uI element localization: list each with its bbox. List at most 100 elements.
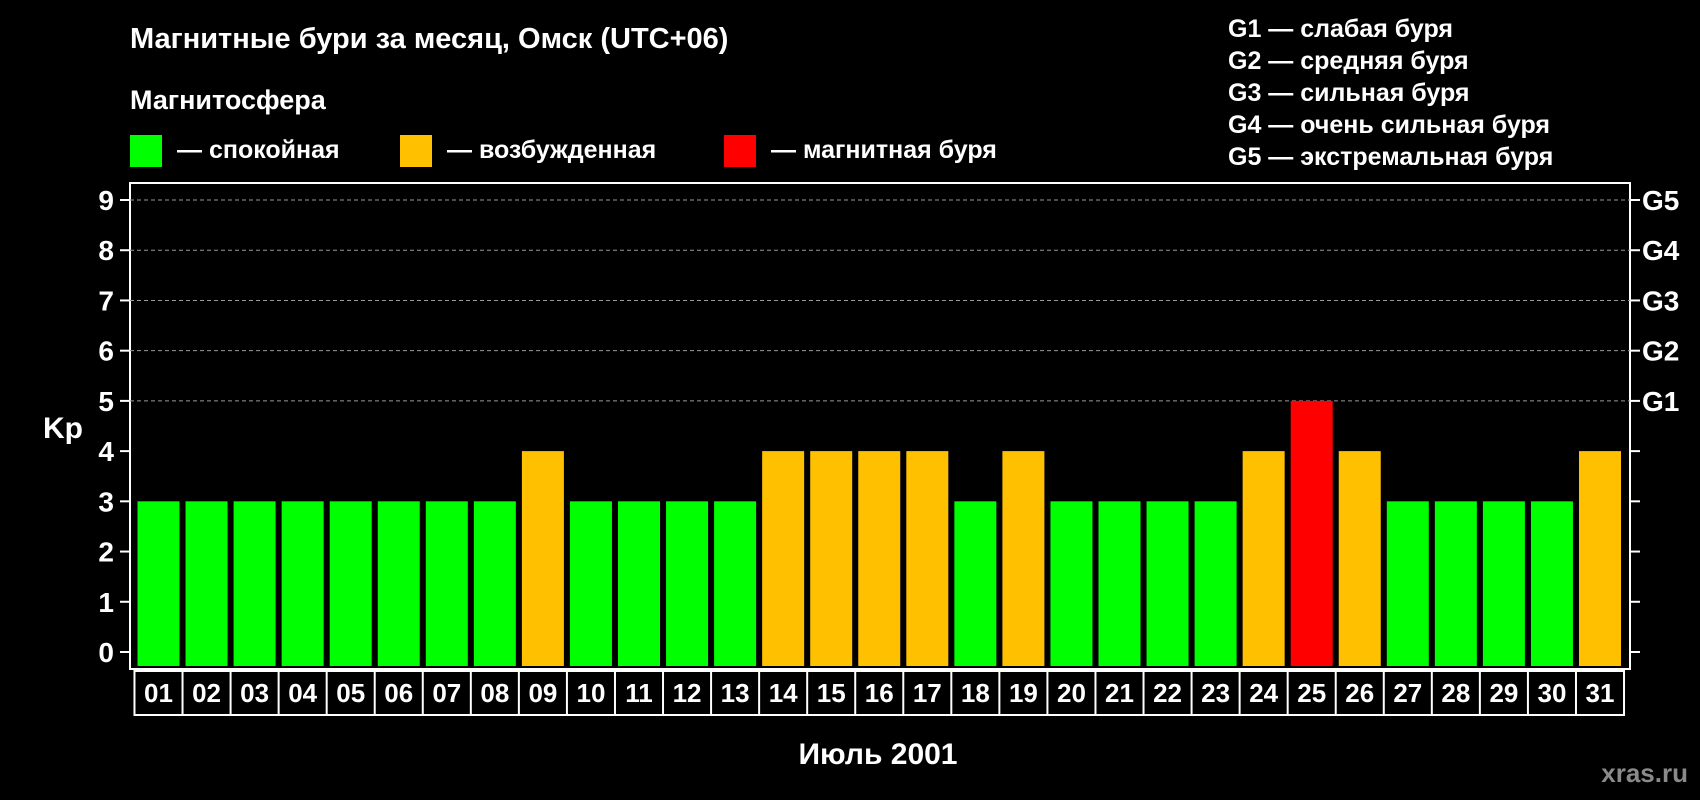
y-tick-label: 4 [98, 436, 114, 467]
g-level-label: G5 [1642, 185, 1679, 216]
x-tick-label: 10 [576, 678, 605, 708]
storm-level-list: G1 — слабая буря G2 — средняя буря G3 — си… [1228, 15, 1553, 171]
x-tick-label: 27 [1393, 678, 1422, 708]
magnetic-storm-chart: Магнитные бури за месяц, Омск (UTC+06) М… [43, 15, 1688, 788]
y-tick-label: 3 [98, 486, 114, 517]
storm-level-item: G3 — сильная буря [1228, 79, 1470, 107]
bar-day-14 [762, 451, 805, 666]
x-tick-label: 16 [865, 678, 894, 708]
grid-lines [130, 199, 1630, 402]
bar-day-05 [329, 501, 372, 666]
g-level-label: G3 [1642, 285, 1679, 316]
x-tick-label: 30 [1537, 678, 1566, 708]
y-tick-label: 9 [98, 185, 114, 216]
legend: — спокойная — возбужденная — магнитная бур… [130, 135, 997, 167]
x-tick-label: 05 [336, 678, 365, 708]
x-axis-label: Июль 2001 [798, 738, 957, 771]
x-tick-label: 12 [673, 678, 702, 708]
right-g-axis: G1 G2 G3 G4 G5 [1642, 185, 1680, 417]
x-tick-label: 14 [769, 678, 798, 708]
bar-day-02 [185, 501, 228, 666]
y-tick-label: 0 [98, 637, 114, 668]
y-tick-label: 1 [98, 587, 114, 618]
x-tick-label: 13 [721, 678, 750, 708]
x-tick-label: 19 [1009, 678, 1038, 708]
x-tick-label: 02 [192, 678, 221, 708]
bar-day-03 [233, 501, 276, 666]
bar-day-04 [281, 501, 324, 666]
bar-day-10 [569, 501, 612, 666]
x-tick-label: 11 [625, 678, 653, 708]
x-tick-label: 03 [240, 678, 269, 708]
bar-day-07 [425, 501, 468, 666]
x-tick-label: 01 [144, 678, 173, 708]
bar-day-22 [1146, 501, 1189, 666]
legend-label: — спокойная [177, 136, 340, 164]
bar-day-01 [137, 501, 180, 666]
bar-day-29 [1482, 501, 1525, 666]
storm-level-item: G2 — средняя буря [1228, 47, 1469, 75]
bar-series [137, 400, 1621, 666]
bar-day-12 [666, 501, 709, 666]
storm-level-item: G5 — экстремальная буря [1228, 143, 1553, 171]
bar-day-25 [1290, 400, 1333, 666]
x-tick-label: 31 [1586, 678, 1615, 708]
x-tick-label: 20 [1057, 678, 1086, 708]
bar-day-19 [1002, 451, 1045, 666]
bar-day-17 [906, 451, 949, 666]
chart-subtitle: Магнитосфера [130, 85, 327, 115]
x-tick-label: 04 [288, 678, 317, 708]
x-tick-label: 28 [1441, 678, 1470, 708]
y-tick-label: 2 [98, 537, 114, 568]
bar-day-08 [473, 501, 516, 666]
bar-day-21 [1098, 501, 1141, 666]
g-level-label: G1 [1642, 386, 1679, 417]
bar-day-18 [954, 501, 997, 666]
x-tick-label: 23 [1201, 678, 1230, 708]
x-tick-label: 29 [1489, 678, 1518, 708]
x-tick-label: 26 [1345, 678, 1374, 708]
y-axis-label: Kp [43, 412, 83, 445]
x-tick-label: 18 [961, 678, 990, 708]
y-tick-label: 6 [98, 336, 114, 367]
bar-day-27 [1386, 501, 1429, 666]
bar-day-30 [1530, 501, 1573, 666]
bar-day-26 [1338, 451, 1381, 666]
x-tick-label: 15 [817, 678, 846, 708]
legend-label: — магнитная буря [771, 136, 997, 164]
legend-label: — возбужденная [447, 136, 656, 164]
x-tick-label: 07 [432, 678, 461, 708]
bar-day-09 [521, 451, 564, 666]
legend-swatch [400, 135, 432, 167]
storm-level-item: G1 — слабая буря [1228, 15, 1453, 43]
x-tick-label: 24 [1249, 678, 1278, 708]
x-tick-label: 25 [1297, 678, 1326, 708]
y-tick-label: 8 [98, 235, 114, 266]
bar-day-31 [1579, 451, 1621, 666]
watermark: xras.ru [1601, 758, 1688, 788]
g-level-label: G4 [1642, 235, 1680, 266]
legend-swatch [724, 135, 756, 167]
x-tick-label: 17 [913, 678, 942, 708]
x-tick-label: 22 [1153, 678, 1182, 708]
bar-day-24 [1242, 451, 1285, 666]
chart-title: Магнитные бури за месяц, Омск (UTC+06) [130, 23, 728, 55]
bar-day-11 [618, 501, 660, 666]
bar-day-23 [1194, 501, 1237, 666]
x-tick-label: 08 [480, 678, 509, 708]
x-axis: 01 02 03 04 05 06 07 08 09 10 11 12 13 14 15 16 17 18 19 20… [133, 670, 1626, 716]
bar-day-20 [1050, 501, 1093, 666]
y-tick-label: 5 [98, 386, 114, 417]
x-tick-label: 21 [1105, 678, 1134, 708]
bar-day-16 [858, 451, 901, 666]
storm-level-item: G4 — очень сильная буря [1228, 111, 1550, 139]
y-tick-label: 7 [98, 285, 114, 316]
x-tick-label: 09 [528, 678, 557, 708]
bar-day-06 [377, 501, 420, 666]
bar-day-15 [810, 451, 853, 666]
bar-day-13 [714, 501, 757, 666]
g-level-label: G2 [1642, 336, 1679, 367]
bar-day-28 [1434, 501, 1477, 666]
x-tick-label: 06 [384, 678, 413, 708]
legend-swatch [130, 135, 162, 167]
